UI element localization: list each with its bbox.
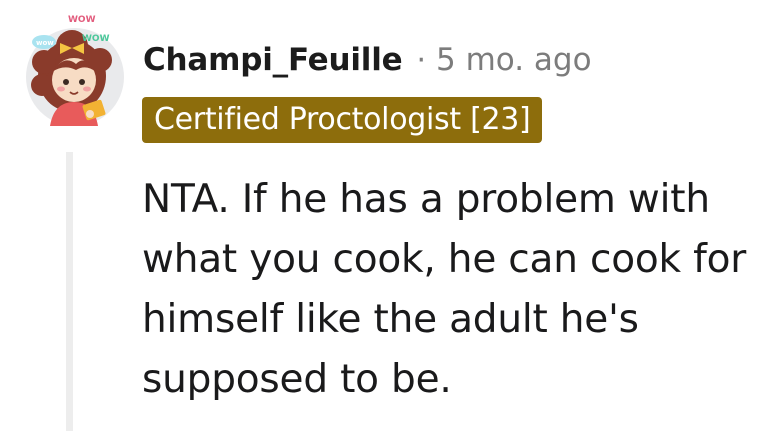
comment-text-line: himself like the adult he's: [142, 297, 639, 342]
comment-header: Champi_Feuille · 5 mo. ago: [143, 38, 592, 82]
wow-badge-icon: WOW: [68, 15, 96, 25]
username-link[interactable]: Champi_Feuille: [143, 42, 403, 78]
svg-text:WOW: WOW: [68, 15, 96, 25]
user-avatar[interactable]: WOW wow WOW: [24, 10, 126, 128]
svg-text:WOW: WOW: [82, 34, 110, 44]
wow-badge-icon: WOW: [82, 34, 110, 44]
cartoon-girl-avatar-icon: WOW wow WOW: [26, 15, 124, 126]
comment-timestamp[interactable]: 5 mo. ago: [436, 42, 592, 78]
comment-text-line: what you cook, he can cook for: [142, 237, 747, 282]
comment-text-line: NTA. If he has a problem with: [142, 177, 710, 222]
thread-collapse-line[interactable]: [66, 152, 73, 431]
meta-separator: ·: [416, 42, 427, 78]
user-flair-badge: Certified Proctologist [23]: [142, 97, 543, 143]
comment-text-line: supposed to be.: [142, 357, 452, 402]
comment-body: NTA. If he has a problem with what you c…: [142, 170, 762, 410]
svg-text:wow: wow: [36, 39, 54, 47]
